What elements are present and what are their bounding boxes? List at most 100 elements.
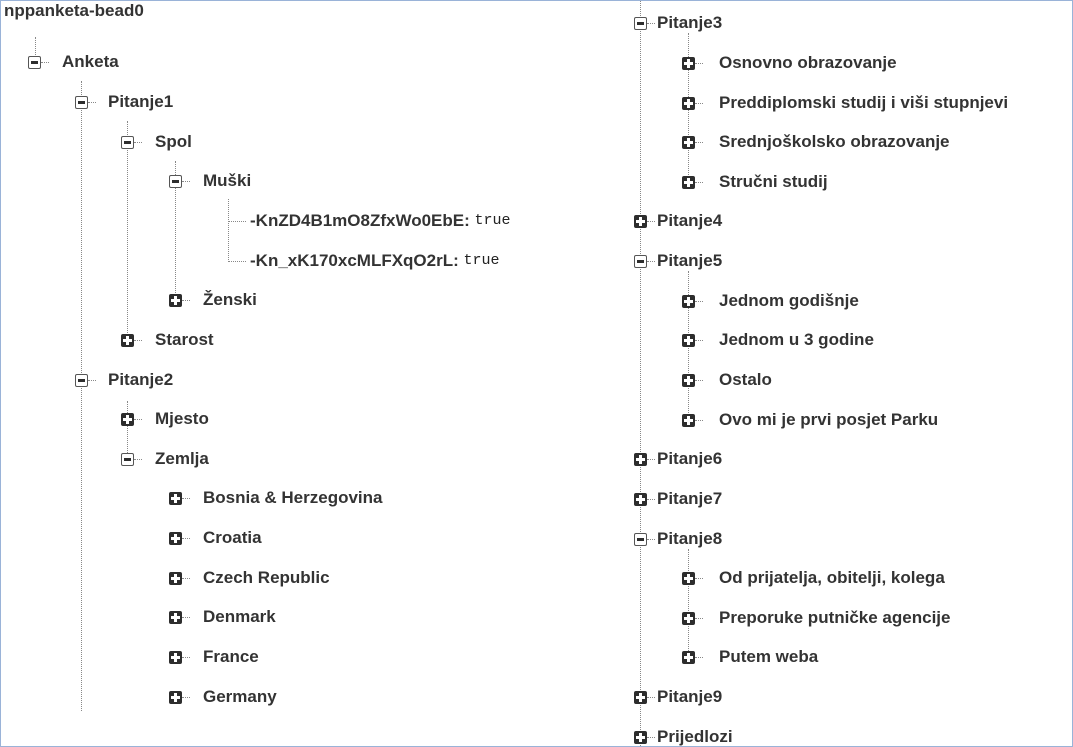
tree-node-country[interactable]: Bosnia & Herzegovina bbox=[203, 488, 383, 508]
tree-node-country[interactable]: Czech Republic bbox=[203, 568, 330, 588]
tree-node-child[interactable]: Ostalo bbox=[719, 370, 772, 390]
tree-node-prijedlozi[interactable]: Prijedlozi bbox=[657, 727, 733, 746]
expand-toggle-icon[interactable] bbox=[682, 414, 695, 427]
tree-guide-line bbox=[688, 271, 689, 423]
tree-connector bbox=[647, 499, 655, 500]
expand-toggle-icon[interactable] bbox=[169, 691, 182, 704]
expand-toggle-icon[interactable] bbox=[634, 493, 647, 506]
tree-node-pitanje4[interactable]: Pitanje4 bbox=[657, 211, 722, 231]
tree-connector bbox=[695, 63, 703, 64]
tree-leaf-entry[interactable]: -KnZD4B1mO8ZfxWo0EbE: true bbox=[250, 211, 515, 231]
entry-value[interactable]: true bbox=[475, 211, 515, 231]
tree-guide-line bbox=[640, 1, 641, 746]
tree-node-muski[interactable]: Muški bbox=[203, 171, 251, 191]
expand-toggle-icon[interactable] bbox=[634, 731, 647, 744]
tree-connector bbox=[695, 618, 703, 619]
expand-toggle-icon[interactable] bbox=[682, 612, 695, 625]
expand-toggle-icon[interactable] bbox=[682, 57, 695, 70]
expand-toggle-icon[interactable] bbox=[169, 651, 182, 664]
expand-toggle-icon[interactable] bbox=[682, 97, 695, 110]
tree-connector bbox=[182, 578, 190, 579]
collapse-toggle-icon[interactable] bbox=[75, 374, 88, 387]
tree-node-pitanje3[interactable]: Pitanje3 bbox=[657, 13, 722, 33]
expand-toggle-icon[interactable] bbox=[682, 651, 695, 664]
tree-node-country[interactable]: France bbox=[203, 647, 259, 667]
entry-value[interactable]: true bbox=[464, 251, 504, 271]
expand-toggle-icon[interactable] bbox=[169, 492, 182, 505]
database-tree-panel: nppanketa-bead0 Anketa Pitanje1 Spol Muš… bbox=[0, 0, 1073, 747]
expand-toggle-icon[interactable] bbox=[169, 532, 182, 545]
expand-toggle-icon[interactable] bbox=[682, 334, 695, 347]
tree-node-country[interactable]: Croatia bbox=[203, 528, 262, 548]
tree-connector bbox=[182, 300, 190, 301]
tree-guide-line bbox=[228, 199, 229, 262]
tree-node-child[interactable]: Od prijatelja, obitelji, kolega bbox=[719, 568, 945, 588]
tree-connector bbox=[695, 142, 703, 143]
collapse-toggle-icon[interactable] bbox=[634, 533, 647, 546]
tree-connector bbox=[647, 459, 655, 460]
expand-toggle-icon[interactable] bbox=[682, 136, 695, 149]
tree-node-zenski[interactable]: Ženski bbox=[203, 290, 257, 310]
collapse-toggle-icon[interactable] bbox=[28, 56, 41, 69]
tree-node-pitanje1[interactable]: Pitanje1 bbox=[108, 92, 173, 112]
tree-connector bbox=[695, 103, 703, 104]
tree-node-child[interactable]: Srednjoškolsko obrazovanje bbox=[719, 132, 950, 152]
tree-left-column: Anketa Pitanje1 Spol Muški -KnZD4B1mO8Zf… bbox=[1, 1, 611, 746]
collapse-toggle-icon[interactable] bbox=[121, 136, 134, 149]
tree-node-spol[interactable]: Spol bbox=[155, 132, 192, 152]
expand-toggle-icon[interactable] bbox=[169, 611, 182, 624]
expand-toggle-icon[interactable] bbox=[682, 176, 695, 189]
tree-node-child[interactable]: Jednom godišnje bbox=[719, 291, 859, 311]
tree-connector bbox=[182, 181, 190, 182]
tree-node-country[interactable]: Denmark bbox=[203, 607, 276, 627]
expand-toggle-icon[interactable] bbox=[634, 215, 647, 228]
collapse-toggle-icon[interactable] bbox=[75, 96, 88, 109]
expand-toggle-icon[interactable] bbox=[169, 572, 182, 585]
tree-connector bbox=[695, 578, 703, 579]
tree-node-pitanje7[interactable]: Pitanje7 bbox=[657, 489, 722, 509]
expand-toggle-icon[interactable] bbox=[682, 295, 695, 308]
tree-node-child[interactable]: Preporuke putničke agencije bbox=[719, 608, 950, 628]
tree-node-child[interactable]: Stručni studij bbox=[719, 172, 828, 192]
tree-node-anketa[interactable]: Anketa bbox=[62, 52, 119, 72]
collapse-toggle-icon[interactable] bbox=[121, 453, 134, 466]
tree-node-child[interactable]: Preddiplomski studij i viši stupnjevi bbox=[719, 93, 1008, 113]
tree-node-pitanje6[interactable]: Pitanje6 bbox=[657, 449, 722, 469]
tree-connector bbox=[695, 301, 703, 302]
expand-toggle-icon[interactable] bbox=[121, 334, 134, 347]
tree-node-country[interactable]: Germany bbox=[203, 687, 277, 707]
expand-toggle-icon[interactable] bbox=[634, 453, 647, 466]
tree-connector bbox=[88, 380, 96, 381]
collapse-toggle-icon[interactable] bbox=[634, 17, 647, 30]
expand-toggle-icon[interactable] bbox=[169, 294, 182, 307]
expand-toggle-icon[interactable] bbox=[121, 413, 134, 426]
tree-connector bbox=[182, 657, 190, 658]
expand-toggle-icon[interactable] bbox=[682, 572, 695, 585]
tree-node-starost[interactable]: Starost bbox=[155, 330, 214, 350]
tree-node-pitanje9[interactable]: Pitanje9 bbox=[657, 687, 722, 707]
tree-connector bbox=[182, 498, 190, 499]
tree-node-mjesto[interactable]: Mjesto bbox=[155, 409, 209, 429]
tree-node-zemlja[interactable]: Zemlja bbox=[155, 449, 209, 469]
tree-leaf-entry[interactable]: -Kn_xK170xcMLFXqO2rL: true bbox=[250, 251, 504, 271]
tree-connector bbox=[41, 62, 49, 63]
expand-toggle-icon[interactable] bbox=[634, 691, 647, 704]
tree-connector bbox=[228, 261, 246, 262]
entry-key: -KnZD4B1mO8ZfxWo0EbE: bbox=[250, 211, 470, 230]
collapse-toggle-icon[interactable] bbox=[634, 255, 647, 268]
tree-node-child[interactable]: Ovo mi je prvi posjet Parku bbox=[719, 410, 938, 430]
tree-guide-line bbox=[127, 121, 128, 341]
tree-node-pitanje2[interactable]: Pitanje2 bbox=[108, 370, 173, 390]
tree-node-pitanje8[interactable]: Pitanje8 bbox=[657, 529, 722, 549]
expand-toggle-icon[interactable] bbox=[682, 374, 695, 387]
tree-connector bbox=[182, 697, 190, 698]
tree-node-child[interactable]: Jednom u 3 godine bbox=[719, 330, 874, 350]
tree-connector bbox=[647, 539, 655, 540]
collapse-toggle-icon[interactable] bbox=[169, 175, 182, 188]
tree-connector bbox=[695, 340, 703, 341]
tree-node-child[interactable]: Putem weba bbox=[719, 647, 818, 667]
tree-node-child[interactable]: Osnovno obrazovanje bbox=[719, 53, 897, 73]
tree-node-pitanje5[interactable]: Pitanje5 bbox=[657, 251, 722, 271]
tree-connector bbox=[647, 221, 655, 222]
tree-guide-line bbox=[81, 81, 82, 711]
